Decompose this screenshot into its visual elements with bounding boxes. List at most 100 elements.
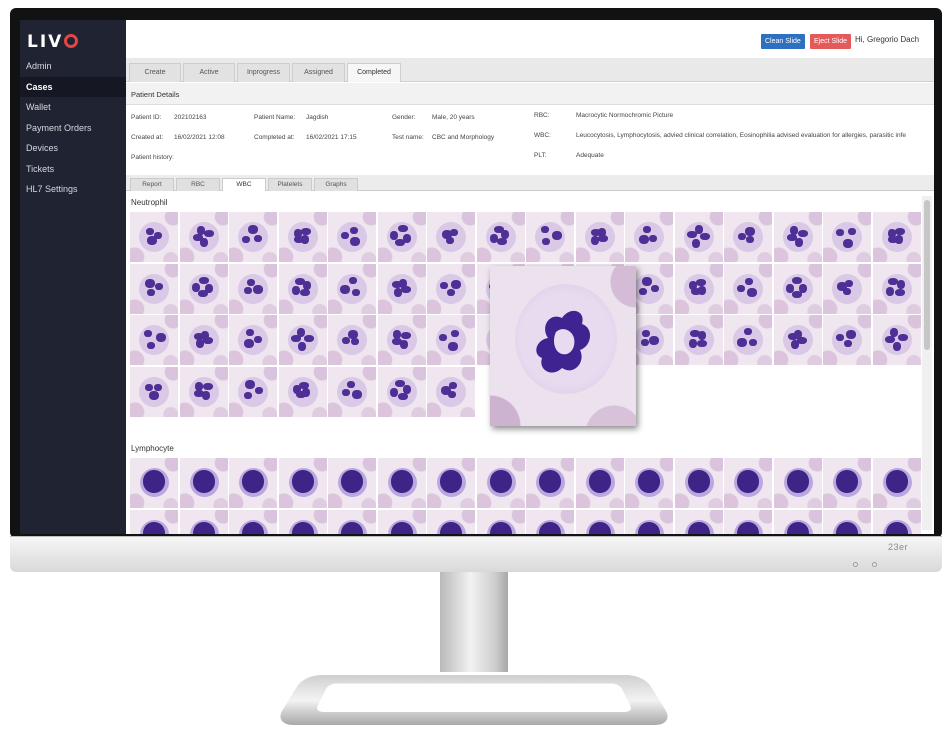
- neutrophil-thumbnail[interactable]: [278, 366, 327, 417]
- neutrophil-thumbnail[interactable]: [130, 212, 178, 262]
- neutrophil-thumbnail[interactable]: [823, 315, 871, 365]
- neutrophil-thumbnail[interactable]: [377, 263, 426, 314]
- neutrophil-thumbnail[interactable]: [773, 212, 822, 262]
- neutrophil-thumbnail[interactable]: [427, 212, 475, 262]
- neutrophil-thumbnail[interactable]: [377, 315, 426, 365]
- neutrophil-thumbnail[interactable]: [229, 263, 277, 314]
- lymphocyte-thumbnail[interactable]: [872, 458, 921, 508]
- neutrophil-thumbnail[interactable]: [328, 315, 376, 365]
- neutrophil-thumbnail[interactable]: [625, 212, 673, 262]
- neutrophil-thumbnail[interactable]: [328, 263, 376, 314]
- neutrophil-thumbnail[interactable]: [773, 315, 822, 365]
- tab-active[interactable]: Active: [183, 63, 235, 82]
- lymphocyte-thumbnail[interactable]: [773, 509, 822, 534]
- neutrophil-thumbnail[interactable]: [823, 263, 871, 314]
- lymphocyte-thumbnail[interactable]: [526, 458, 574, 508]
- eject-slide-button[interactable]: Eject Slide: [810, 34, 852, 49]
- user-greeting[interactable]: Hi, Gregorio Dach: [855, 35, 919, 44]
- sidebar-item-devices[interactable]: Devices: [20, 138, 126, 159]
- lymphocyte-thumbnail[interactable]: [427, 509, 475, 534]
- neutrophil-thumbnail[interactable]: [229, 315, 277, 365]
- tab-create[interactable]: Create: [129, 63, 181, 82]
- lymphocyte-thumbnail[interactable]: [575, 509, 624, 534]
- neutrophil-thumbnail[interactable]: [278, 212, 327, 262]
- tab-inprogress[interactable]: Inprogress: [237, 63, 290, 82]
- power-button-icon[interactable]: [872, 562, 877, 567]
- lymphocyte-thumbnail[interactable]: [773, 458, 822, 508]
- neutrophil-thumbnail[interactable]: [724, 212, 772, 262]
- neutrophil-thumbnail[interactable]: [179, 263, 228, 314]
- neutrophil-thumbnail[interactable]: [130, 315, 178, 365]
- lymphocyte-thumbnail[interactable]: [823, 509, 871, 534]
- neutrophil-thumbnail[interactable]: [674, 263, 723, 314]
- tab-completed[interactable]: Completed: [347, 63, 401, 82]
- sidebar-item-tickets[interactable]: Tickets: [20, 159, 126, 180]
- neutrophil-thumbnail[interactable]: [328, 212, 376, 262]
- neutrophil-thumbnail[interactable]: [179, 212, 228, 262]
- lymphocyte-thumbnail[interactable]: [724, 458, 772, 508]
- lymphocyte-thumbnail[interactable]: [229, 509, 277, 534]
- neutrophil-thumbnail[interactable]: [427, 315, 475, 365]
- lymphocyte-thumbnail[interactable]: [476, 509, 525, 534]
- neutrophil-thumbnail[interactable]: [674, 315, 723, 365]
- lymphocyte-thumbnail[interactable]: [278, 458, 327, 508]
- cell-zoom-preview[interactable]: [490, 266, 636, 426]
- tab-graphs[interactable]: Graphs: [314, 178, 358, 191]
- lymphocyte-thumbnail[interactable]: [427, 458, 475, 508]
- neutrophil-thumbnail[interactable]: [278, 263, 327, 314]
- lymphocyte-thumbnail[interactable]: [476, 458, 525, 508]
- neutrophil-thumbnail[interactable]: [179, 315, 228, 365]
- lymphocyte-thumbnail[interactable]: [823, 458, 871, 508]
- sidebar-item-hl7-settings[interactable]: HL7 Settings: [20, 179, 126, 200]
- lymphocyte-thumbnail[interactable]: [674, 509, 723, 534]
- lymphocyte-thumbnail[interactable]: [625, 458, 673, 508]
- neutrophil-thumbnail[interactable]: [823, 212, 871, 262]
- lymphocyte-thumbnail[interactable]: [130, 509, 178, 534]
- lymphocyte-thumbnail[interactable]: [229, 458, 277, 508]
- sidebar-item-wallet[interactable]: Wallet: [20, 97, 126, 118]
- neutrophil-thumbnail[interactable]: [872, 212, 921, 262]
- neutrophil-thumbnail[interactable]: [526, 212, 574, 262]
- lymphocyte-thumbnail[interactable]: [526, 509, 574, 534]
- lymphocyte-thumbnail[interactable]: [179, 458, 228, 508]
- neutrophil-thumbnail[interactable]: [872, 315, 921, 365]
- tab-wbc[interactable]: WBC: [222, 178, 266, 191]
- lymphocyte-thumbnail[interactable]: [625, 509, 673, 534]
- neutrophil-thumbnail[interactable]: [773, 263, 822, 314]
- neutrophil-thumbnail[interactable]: [328, 366, 376, 417]
- sidebar-item-admin[interactable]: Admin: [20, 56, 126, 77]
- gallery-scrollbar[interactable]: [922, 196, 932, 530]
- sidebar-item-payment-orders[interactable]: Payment Orders: [20, 118, 126, 139]
- lymphocyte-thumbnail[interactable]: [179, 509, 228, 534]
- lymphocyte-thumbnail[interactable]: [872, 509, 921, 534]
- neutrophil-thumbnail[interactable]: [575, 212, 624, 262]
- scrollbar-thumb[interactable]: [924, 200, 930, 350]
- clean-slide-button[interactable]: Clean Slide: [761, 34, 805, 49]
- lymphocyte-thumbnail[interactable]: [278, 509, 327, 534]
- lymphocyte-thumbnail[interactable]: [328, 458, 376, 508]
- neutrophil-thumbnail[interactable]: [377, 212, 426, 262]
- tab-assigned[interactable]: Assigned: [292, 63, 345, 82]
- tab-rbc[interactable]: RBC: [176, 178, 220, 191]
- neutrophil-thumbnail[interactable]: [674, 212, 723, 262]
- neutrophil-thumbnail[interactable]: [724, 263, 772, 314]
- lymphocyte-thumbnail[interactable]: [575, 458, 624, 508]
- neutrophil-thumbnail[interactable]: [872, 263, 921, 314]
- lymphocyte-thumbnail[interactable]: [130, 458, 178, 508]
- lymphocyte-thumbnail[interactable]: [674, 458, 723, 508]
- lymphocyte-thumbnail[interactable]: [377, 458, 426, 508]
- livo-logo[interactable]: LIV: [27, 32, 79, 52]
- neutrophil-thumbnail[interactable]: [377, 366, 426, 417]
- neutrophil-thumbnail[interactable]: [130, 366, 178, 417]
- lymphocyte-thumbnail[interactable]: [724, 509, 772, 534]
- neutrophil-thumbnail[interactable]: [427, 263, 475, 314]
- lymphocyte-thumbnail[interactable]: [328, 509, 376, 534]
- neutrophil-thumbnail[interactable]: [278, 315, 327, 365]
- lymphocyte-thumbnail[interactable]: [377, 509, 426, 534]
- neutrophil-thumbnail[interactable]: [427, 366, 475, 417]
- neutrophil-thumbnail[interactable]: [130, 263, 178, 314]
- neutrophil-thumbnail[interactable]: [179, 366, 228, 417]
- neutrophil-thumbnail[interactable]: [724, 315, 772, 365]
- tab-platelets[interactable]: Platelets: [268, 178, 312, 191]
- tab-report[interactable]: Report: [130, 178, 174, 191]
